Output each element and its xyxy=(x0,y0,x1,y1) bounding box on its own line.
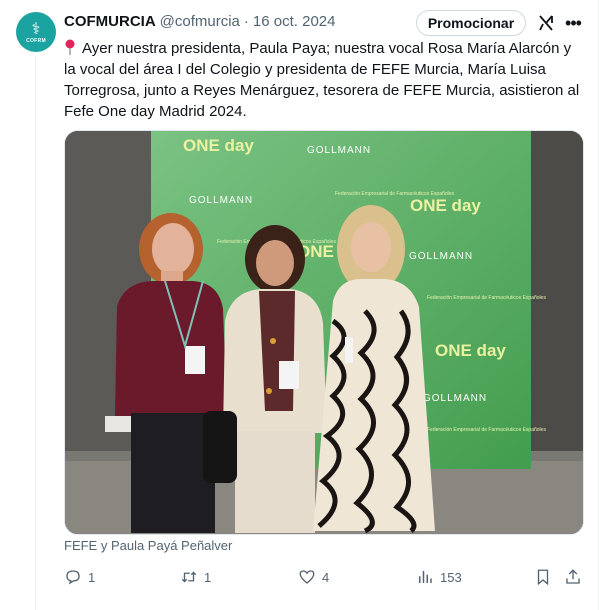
more-icon[interactable]: ••• xyxy=(563,13,583,33)
bookmark-icon xyxy=(537,569,549,586)
pushpin-icon xyxy=(65,39,75,55)
backdrop-logo-gollmann: GOLLMANN xyxy=(423,393,487,404)
like-button[interactable]: 4 xyxy=(298,566,329,588)
grok-icon[interactable] xyxy=(537,14,555,32)
share-button[interactable] xyxy=(564,566,588,588)
event-photo: ONE day ONE day ONE day ONE day GOLLMANN… xyxy=(65,131,583,534)
avatar-label: COFRM xyxy=(26,38,46,44)
tweet-date[interactable]: 16 oct. 2024 xyxy=(253,13,336,30)
views-chart-icon xyxy=(419,571,432,583)
backdrop-logo-one-day: ONE day xyxy=(435,341,506,360)
reply-count: 1 xyxy=(88,569,96,585)
retweet-icon xyxy=(181,571,197,583)
retweet-button[interactable]: 1 xyxy=(180,566,211,588)
promote-button[interactable]: Promocionar xyxy=(416,10,526,36)
views-count: 153 xyxy=(440,569,462,585)
tweet[interactable]: ⚕ COFRM COFMURCIA @cofmurcia · 16 oct. 2… xyxy=(0,0,599,610)
reply-button[interactable]: 1 xyxy=(64,566,95,588)
backdrop-logo-one-day: ONE day xyxy=(183,136,254,155)
backdrop-logo-gollmann: GOLLMANN xyxy=(189,195,253,206)
author-name[interactable]: COFMURCIA xyxy=(64,13,156,30)
backdrop-logo-fefe: Federación Empresarial de Farmacéuticos … xyxy=(335,191,454,197)
tweet-photo[interactable]: ONE day ONE day ONE day ONE day GOLLMANN… xyxy=(64,130,584,535)
author-handle[interactable]: @cofmurcia xyxy=(160,13,240,30)
like-count: 4 xyxy=(322,569,330,585)
reply-icon xyxy=(66,570,80,585)
media-credit[interactable]: FEFE y Paula Payá Peñalver xyxy=(64,538,232,553)
tweet-body: Ayer nuestra presidenta, Paula Paya; nue… xyxy=(64,40,580,120)
action-bar: 1 1 4 153 xyxy=(64,566,584,588)
retweet-count: 1 xyxy=(204,569,212,585)
backdrop-logo-gollmann: GOLLMANN xyxy=(409,251,473,262)
tweet-text: Ayer nuestra presidenta, Paula Paya; nue… xyxy=(64,38,584,122)
backdrop-logo-fefe: Federación Empresarial de Farmacéuticos … xyxy=(427,295,546,301)
backdrop-logo-one-day: ONE day xyxy=(410,196,481,215)
tweet-header: COFMURCIA @cofmurcia · 16 oct. 2024 xyxy=(64,10,335,32)
thread-line xyxy=(35,56,36,610)
avatar[interactable]: ⚕ COFRM xyxy=(16,12,56,52)
share-icon xyxy=(566,569,580,584)
backdrop-logo-fefe: Federación Empresarial de Farmacéuticos … xyxy=(427,427,546,433)
caduceus-icon: ⚕ xyxy=(31,21,41,38)
heart-icon xyxy=(299,570,315,584)
bookmark-button[interactable] xyxy=(534,566,558,588)
separator: · xyxy=(243,12,249,30)
backdrop-logo-gollmann: GOLLMANN xyxy=(307,145,371,156)
views-button[interactable]: 153 xyxy=(416,566,462,588)
